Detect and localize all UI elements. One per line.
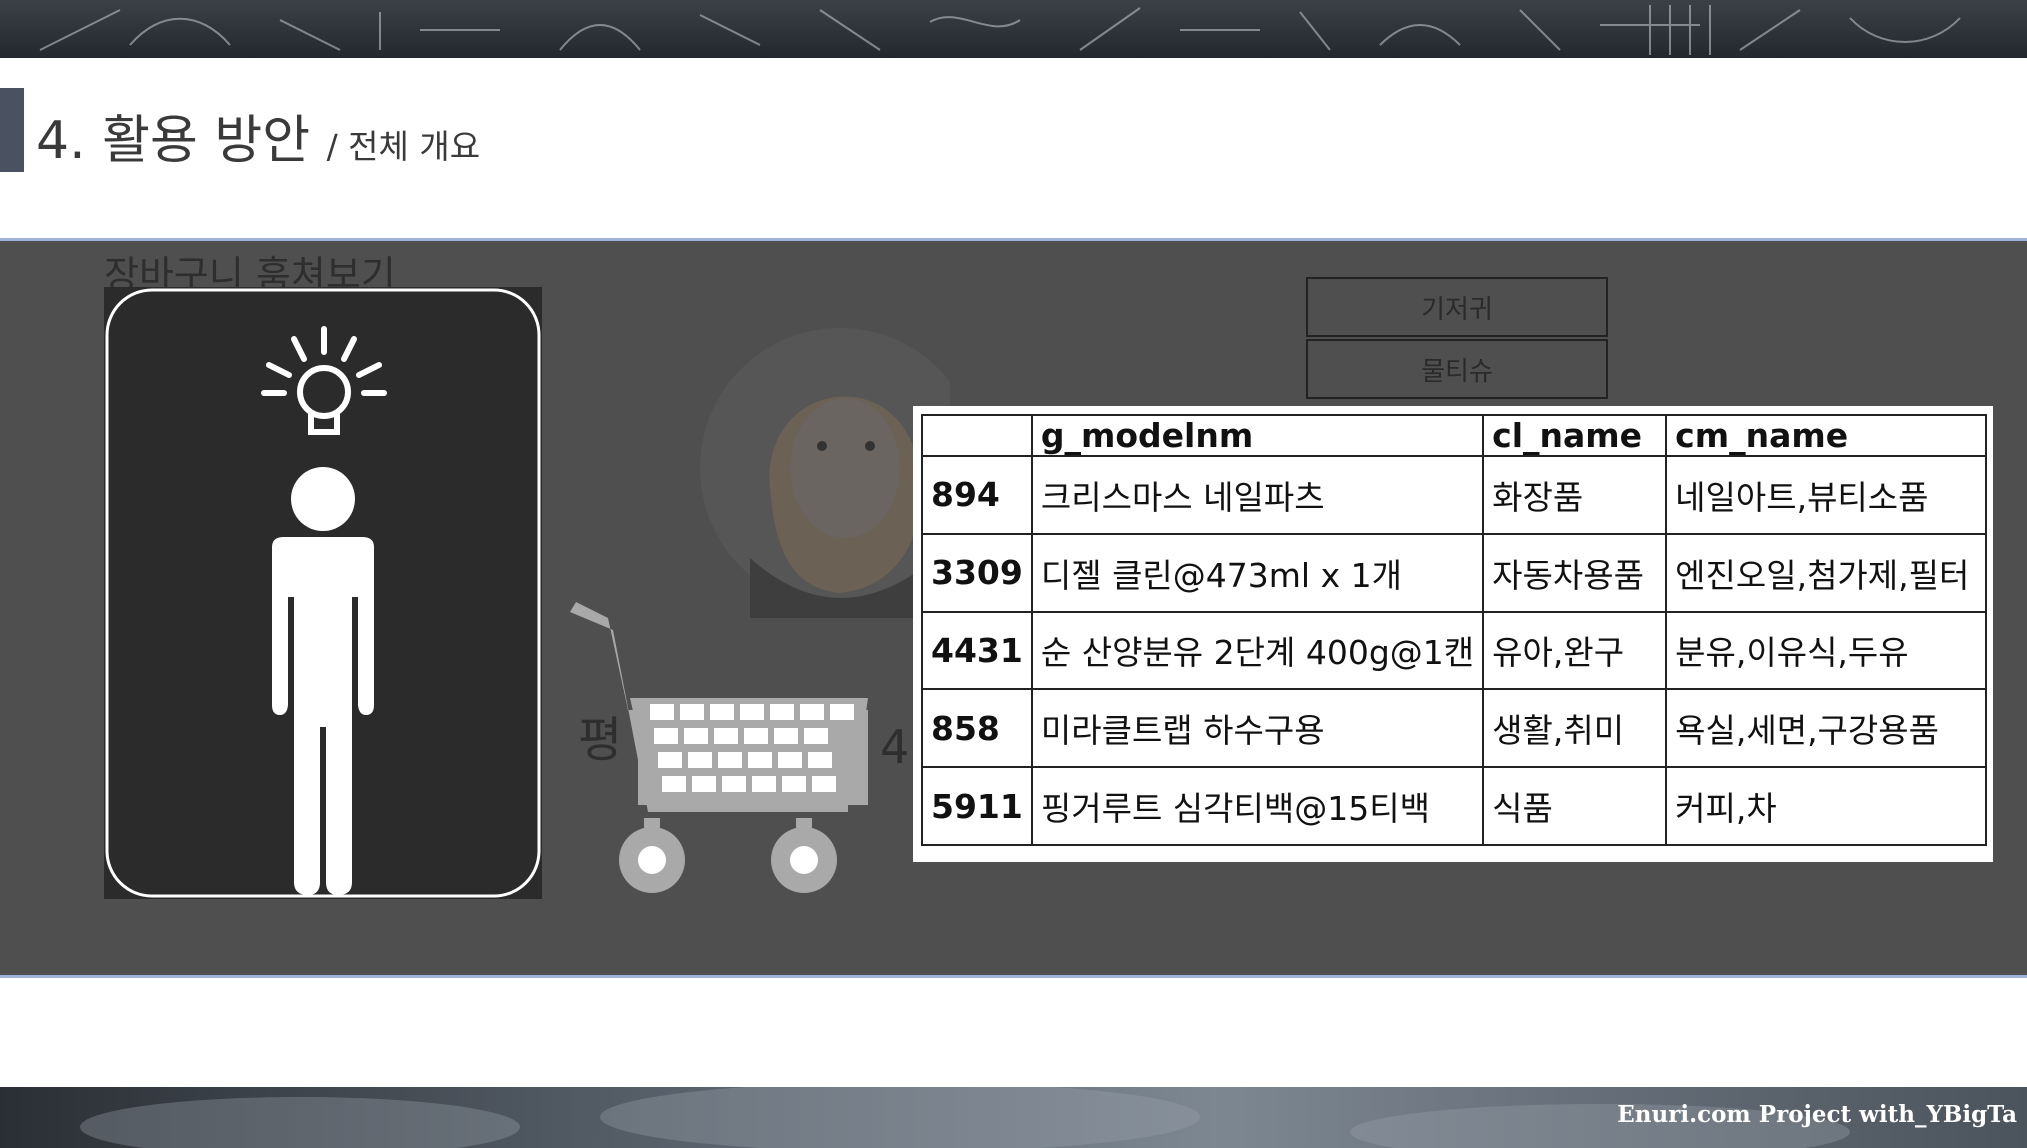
row-cl: 유아,완구 [1482, 610, 1668, 691]
product-table: g_modelnm cl_name cm_name 894 크리스마스 네일파츠… [921, 414, 1987, 846]
product-table-card: g_modelnm cl_name cm_name 894 크리스마스 네일파츠… [913, 406, 1993, 862]
table-header-row: g_modelnm cl_name cm_name [921, 414, 1987, 457]
row-model: 핑거루트 심각티백@15티백 [1030, 766, 1485, 846]
person-card [104, 287, 542, 899]
row-cm: 네일아트,뷰티소품 [1665, 455, 1987, 535]
row-cl: 식품 [1482, 766, 1668, 846]
row-model: 디젤 클린@473ml x 1개 [1030, 532, 1485, 613]
row-cm: 욕실,세면,구강용품 [1665, 688, 1987, 769]
table-row: 4431 순 산양분유 2단계 400g@1캔 유아,완구 분유,이유식,두유 [921, 610, 1987, 691]
header-cl-name: cl_name [1482, 414, 1668, 457]
top-banner [0, 0, 2027, 58]
row-cm: 분유,이유식,두유 [1665, 610, 1987, 691]
panel-bottom-rule [0, 975, 2027, 978]
row-id: 3309 [921, 532, 1033, 613]
row-id: 858 [921, 688, 1033, 769]
faded-label-left: 평 [578, 712, 623, 768]
title-subtitle: / 전체 개요 [326, 127, 481, 166]
row-id: 5911 [921, 766, 1033, 846]
header-g-modelnm: g_modelnm [1030, 414, 1485, 457]
page-title: 4. 활용 방안 / 전체 개요 [36, 98, 480, 173]
table-row: 858 미라클트랩 하수구용 생활,취미 욕실,세면,구강용품 [921, 688, 1987, 769]
row-cl: 화장품 [1482, 455, 1668, 535]
row-model: 미라클트랩 하수구용 [1030, 688, 1485, 769]
row-model: 크리스마스 네일파츠 [1030, 455, 1485, 535]
avatar-icon [700, 328, 950, 618]
table-row: 5911 핑거루트 심각티백@15티백 식품 커피,차 [921, 766, 1987, 846]
header-cm-name: cm_name [1665, 414, 1987, 457]
bottom-banner: Enuri.com Project with_YBigTa [0, 1087, 2027, 1148]
table-row: 894 크리스마스 네일파츠 화장품 네일아트,뷰티소품 [921, 455, 1987, 535]
row-cl: 생활,취미 [1482, 688, 1668, 769]
title-main: 4. 활용 방안 [36, 111, 311, 171]
row-id: 894 [921, 455, 1033, 535]
row-cm: 커피,차 [1665, 766, 1987, 846]
title-accent-bar [0, 88, 24, 172]
chalkboard-pattern [39, 5, 1961, 55]
row-cl: 자동차용품 [1482, 532, 1668, 613]
row-cm: 엔진오일,첨가제,필터 [1665, 532, 1987, 613]
table-row: 3309 디젤 클린@473ml x 1개 자동차용품 엔진오일,첨가제,필터 [921, 532, 1987, 613]
row-model: 순 산양분유 2단계 400g@1캔 [1030, 610, 1485, 691]
header-id [921, 414, 1033, 457]
row-id: 4431 [921, 610, 1033, 691]
tag-wet-wipes: 물티슈 [1306, 339, 1608, 399]
footer-credit: Enuri.com Project with_YBigTa [1617, 1101, 2017, 1128]
tag-diaper: 기저귀 [1306, 277, 1608, 337]
